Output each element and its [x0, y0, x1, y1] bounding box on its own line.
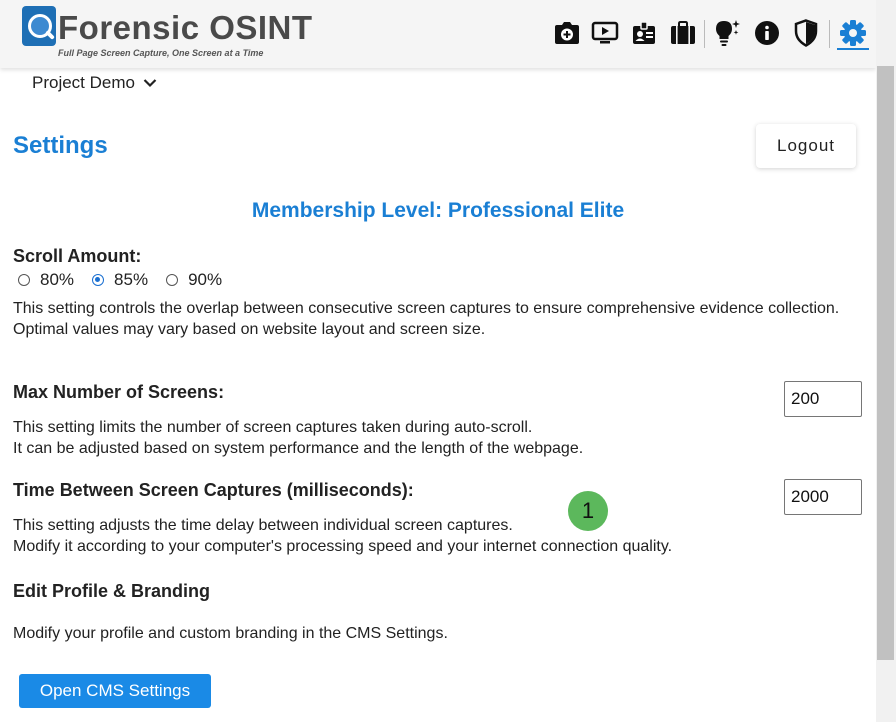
- radio-option-80[interactable]: 80%: [18, 270, 74, 290]
- edit-profile-description: Modify your profile and custom branding …: [13, 625, 448, 642]
- id-badge-icon[interactable]: [629, 18, 659, 48]
- chevron-down-icon: [143, 79, 157, 88]
- scroll-amount-title: Scroll Amount:: [13, 246, 142, 266]
- video-play-icon[interactable]: [590, 18, 620, 48]
- time-between-title: Time Between Screen Captures (millisecon…: [13, 480, 414, 500]
- shield-icon[interactable]: [791, 18, 821, 48]
- membership-level: Membership Level: Professional Elite: [251, 199, 625, 222]
- logo-title: Forensic OSINT: [58, 9, 313, 46]
- info-icon[interactable]: [752, 18, 782, 48]
- radio-option-85[interactable]: 85%: [92, 270, 148, 290]
- open-cms-settings-button[interactable]: Open CMS Settings: [19, 674, 211, 708]
- edit-profile-title: Edit Profile & Branding: [13, 581, 211, 601]
- logout-button[interactable]: Logout: [756, 124, 856, 168]
- briefcase-icon[interactable]: [668, 18, 698, 48]
- logo-tagline: Full Page Screen Capture, One Screen at …: [58, 48, 264, 58]
- project-selector[interactable]: Project Demo: [32, 73, 157, 93]
- max-screens-input[interactable]: [784, 381, 862, 417]
- radio-label: 85%: [114, 270, 149, 289]
- active-tab-indicator: [837, 48, 869, 50]
- max-screens-description: This setting limits the number of screen…: [13, 419, 584, 457]
- toolbar-divider: [704, 20, 705, 48]
- max-screens-title: Max Number of Screens:: [13, 382, 225, 402]
- scroll-amount-description: This setting controls the overlap betwee…: [13, 300, 840, 338]
- radio-label: 90%: [188, 270, 223, 289]
- radio-button[interactable]: [18, 274, 30, 286]
- project-name: Project Demo: [32, 73, 135, 92]
- page-title: Settings: [13, 132, 108, 159]
- radio-button-selected[interactable]: [92, 274, 105, 286]
- radio-option-90[interactable]: 90%: [166, 270, 222, 290]
- radio-label: 80%: [40, 270, 75, 289]
- lightbulb-sparkle-icon[interactable]: [712, 18, 742, 48]
- time-between-description: This setting adjusts the time delay betw…: [13, 517, 673, 555]
- gear-icon[interactable]: [838, 18, 868, 48]
- toolbar-divider: [829, 20, 830, 48]
- logo-magnifier-icon: [22, 6, 56, 46]
- app-header: Forensic OSINT Full Page Screen Capture,…: [0, 0, 876, 68]
- scrollbar-thumb[interactable]: [877, 66, 894, 660]
- step-badge: 1: [568, 491, 608, 531]
- camera-plus-icon[interactable]: [552, 18, 582, 48]
- scroll-amount-options: 80% 85% 90%: [18, 270, 240, 290]
- time-between-input[interactable]: [784, 479, 862, 515]
- radio-button[interactable]: [166, 274, 179, 286]
